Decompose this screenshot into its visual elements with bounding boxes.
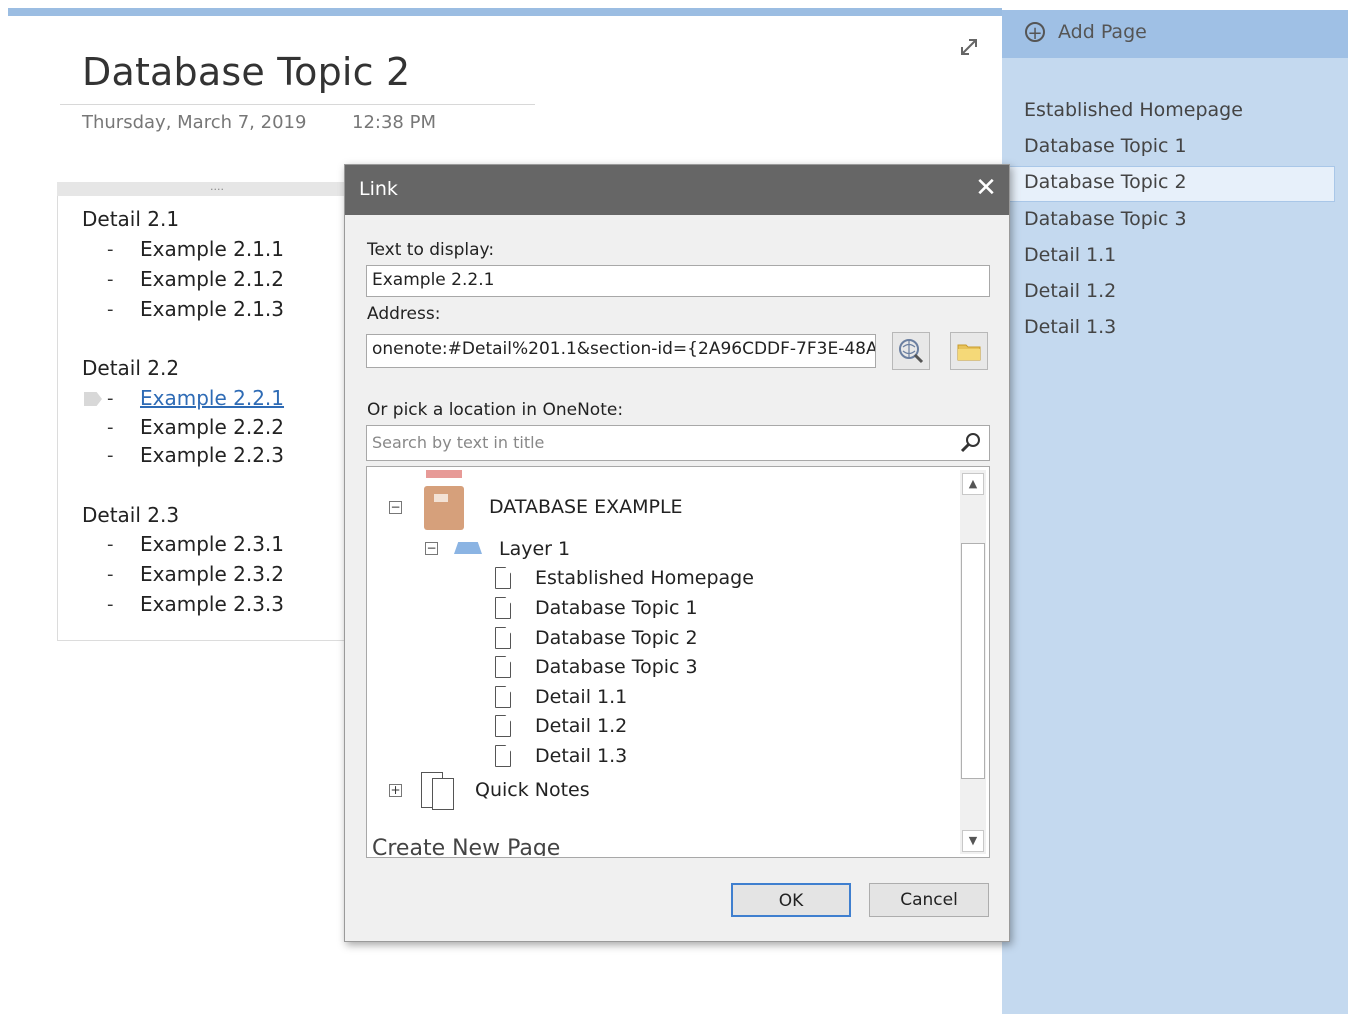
bullet-dash: - [107, 269, 114, 290]
tree-page[interactable]: Database Topic 3 [535, 656, 698, 678]
notebook-icon-label [434, 494, 448, 502]
pick-location-label: Or pick a location in OneNote: [367, 400, 624, 420]
page-tab-detail-1-1[interactable]: Detail 1.1 [1024, 244, 1116, 266]
bullet-dash: - [107, 594, 114, 615]
scroll-thumb[interactable] [961, 543, 985, 779]
browse-file-button[interactable] [950, 332, 988, 370]
bullet-dash: - [107, 445, 114, 466]
tree-page[interactable]: Detail 1.3 [535, 745, 627, 767]
scroll-up-icon[interactable]: ▲ [962, 473, 984, 495]
tree-page[interactable]: Detail 1.1 [535, 686, 627, 708]
title-divider [60, 104, 535, 105]
text-to-display-input[interactable]: Example 2.2.1 [366, 265, 990, 297]
bullet-dash: - [107, 534, 114, 555]
page-time: 12:38 PM [352, 112, 436, 133]
quick-notes-icon-front [432, 778, 454, 810]
list-item[interactable]: Example 2.1.3 [140, 297, 284, 321]
expand-icon[interactable] [958, 36, 980, 58]
browse-web-button[interactable] [892, 332, 930, 370]
folder-icon [957, 344, 981, 361]
expand-icon[interactable]: + [389, 784, 402, 797]
window-edge [1348, 10, 1352, 1014]
list-item[interactable]: Example 2.1.2 [140, 267, 284, 291]
list-item[interactable]: Example 2.2.3 [140, 443, 284, 467]
tree-notebook[interactable]: DATABASE EXAMPLE [489, 496, 683, 518]
collapse-icon[interactable]: − [389, 501, 402, 514]
tree-section[interactable]: Layer 1 [499, 538, 570, 560]
bullet-dash: - [107, 388, 114, 409]
notebook-icon [424, 486, 464, 530]
page-title[interactable]: Database Topic 2 [82, 50, 410, 94]
page-tab-established-homepage[interactable]: Established Homepage [1024, 99, 1243, 121]
create-new-page-label[interactable]: Create New Page [372, 834, 952, 856]
address-input[interactable]: onenote:#Detail%201.1&section-id={2A96CD… [366, 334, 876, 368]
top-accent-bar [8, 8, 1002, 16]
note-container-handle[interactable]: .... [57, 181, 377, 196]
list-item[interactable]: Example 2.3.3 [140, 592, 284, 616]
search-icon[interactable] [958, 430, 984, 456]
list-item[interactable]: Example 2.1.1 [140, 237, 284, 261]
collapse-icon[interactable]: − [425, 542, 438, 555]
bullet-dash: - [107, 564, 114, 585]
scroll-down-icon[interactable]: ▼ [962, 830, 984, 852]
search-input[interactable]: Search by text in title [366, 425, 990, 461]
cancel-button[interactable]: Cancel [869, 883, 989, 917]
linked-list-item[interactable]: Example 2.2.1 [140, 386, 284, 410]
detail-heading[interactable]: Detail 2.2 [82, 356, 179, 380]
tree-page[interactable]: Database Topic 2 [535, 627, 698, 649]
tree-quick-notes[interactable]: Quick Notes [475, 779, 590, 801]
create-new-page-clip: Create New Page [372, 834, 952, 856]
add-page-bar[interactable] [1002, 10, 1348, 58]
tree-page[interactable]: Established Homepage [535, 567, 754, 589]
bullet-dash: - [107, 239, 114, 260]
tree-page[interactable]: Detail 1.2 [535, 715, 627, 737]
pages-pane [1002, 10, 1348, 1014]
browse-web-icon [899, 339, 924, 364]
dialog-title: Link [359, 178, 398, 200]
section-icon [454, 542, 482, 554]
detail-heading[interactable]: Detail 2.1 [82, 207, 179, 231]
address-label: Address: [367, 304, 441, 324]
list-item[interactable]: Example 2.2.2 [140, 415, 284, 439]
add-circle-icon[interactable]: + [1025, 22, 1045, 43]
add-page-button[interactable]: Add Page [1058, 21, 1147, 43]
bullet-dash: - [107, 417, 114, 438]
text-to-display-label: Text to display: [367, 240, 495, 260]
page-tab-detail-1-3[interactable]: Detail 1.3 [1024, 316, 1116, 338]
page-tab-detail-1-2[interactable]: Detail 1.2 [1024, 280, 1116, 302]
close-icon[interactable]: ✕ [974, 174, 998, 202]
list-item[interactable]: Example 2.3.2 [140, 562, 284, 586]
page-date: Thursday, March 7, 2019 [82, 112, 307, 133]
notebook-icon-top [426, 470, 462, 478]
dialog-titlebar[interactable] [345, 165, 1009, 215]
page-tab-database-topic-1[interactable]: Database Topic 1 [1024, 135, 1187, 157]
tree-page[interactable]: Database Topic 1 [535, 597, 698, 619]
bullet-dash: - [107, 299, 114, 320]
page-tab-database-topic-2[interactable]: Database Topic 2 [1024, 171, 1187, 193]
ok-button[interactable]: OK [731, 883, 851, 917]
page-tab-database-topic-3[interactable]: Database Topic 3 [1024, 208, 1187, 230]
detail-heading[interactable]: Detail 2.3 [82, 503, 179, 527]
list-item[interactable]: Example 2.3.1 [140, 532, 284, 556]
